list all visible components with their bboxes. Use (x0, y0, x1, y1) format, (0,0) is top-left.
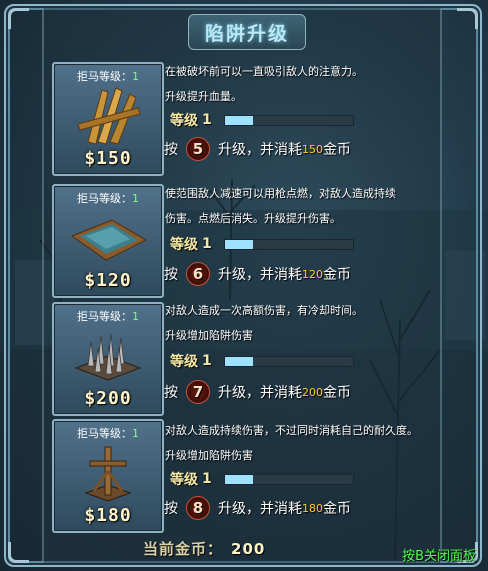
title-plate: 陷阱升级 (188, 14, 306, 50)
upgrade-cost: 180 (302, 501, 323, 515)
trap-description: 使范围敌人减速可以用枪点燃，对敌人造成持续 伤害。点燃后消失。升级提升伤害。 (165, 187, 396, 225)
trap-card-spike-trap[interactable]: 拒马等级：1 $200 (52, 302, 164, 416)
oil-slick-trap-icon (70, 219, 148, 261)
level-progress-fill (225, 356, 254, 366)
current-gold: 当前金币： 200 (143, 538, 265, 559)
trap-card-spiked-stakes[interactable]: 拒马等级：1 $150 (52, 62, 164, 176)
trap-card-wooden-cross[interactable]: 拒马等级：1 $180 (52, 419, 164, 533)
upgrade-key-badge[interactable]: 5 (186, 137, 210, 161)
level-value: 1 (202, 353, 212, 369)
trap-level-row: 等级 1 (170, 470, 354, 488)
card-level: 拒马等级：1 (77, 192, 139, 205)
level-label: 等级 (170, 113, 198, 129)
trap-description: 在被破坏前可以一直吸引敌人的注意力。 升级提升血量。 (165, 65, 363, 103)
trap-price: $200 (84, 388, 132, 409)
upgrade-cost: 150 (302, 142, 323, 156)
level-label: 等级 (170, 472, 198, 488)
level-label: 等级 (170, 237, 198, 253)
spike-trap-icon (74, 333, 142, 381)
upgrade-instruction: 按 6 升级，并消耗 120 金币 (164, 262, 351, 286)
upgrade-instruction: 按 8 升级，并消耗 180 金币 (164, 496, 351, 520)
upgrade-instruction: 按 7 升级，并消耗 200 金币 (164, 380, 351, 404)
panel-title: 陷阱升级 (204, 22, 289, 45)
trap-price: $180 (84, 505, 132, 526)
trap-level-row: 等级 1 (170, 352, 354, 370)
trap-description: 对敌人造成一次高额伤害，有冷却时间。 升级增加陷阱伤害 (165, 304, 363, 342)
upgrade-cost: 120 (302, 267, 323, 281)
wooden-cross-trap-icon (84, 446, 132, 502)
frame-corner (8, 8, 29, 29)
level-value: 1 (202, 471, 212, 487)
current-gold-value: 200 (231, 540, 266, 558)
upgrade-key-badge[interactable]: 6 (186, 262, 210, 286)
card-level: 拒马等级：1 (77, 427, 139, 440)
level-label: 等级 (170, 354, 198, 370)
level-progress-bar (224, 114, 354, 126)
upgrade-instruction: 按 5 升级，并消耗 150 金币 (164, 137, 351, 161)
current-gold-label: 当前金币： (143, 540, 224, 558)
upgrade-key-badge[interactable]: 8 (186, 496, 210, 520)
trap-price: $120 (84, 270, 132, 291)
trap-level-row: 等级 1 (170, 111, 354, 129)
level-progress-bar (224, 473, 354, 485)
level-progress-fill (225, 474, 254, 484)
level-value: 1 (202, 236, 212, 252)
trap-price: $150 (84, 148, 132, 169)
upgrade-key-badge[interactable]: 7 (186, 380, 210, 404)
trap-card-oil-slick[interactable]: 拒马等级：1 $120 (52, 184, 164, 298)
level-progress-fill (225, 115, 254, 125)
level-progress-fill (225, 239, 254, 249)
level-progress-bar (224, 238, 354, 250)
upgrade-cost: 200 (302, 385, 323, 399)
spiked-stakes-icon (77, 87, 141, 145)
trap-level-row: 等级 1 (170, 235, 354, 253)
card-level: 拒马等级：1 (77, 310, 139, 323)
card-level: 拒马等级：1 (77, 70, 139, 83)
trap-description: 对敌人造成持续伤害，不过同时消耗自己的耐久度。 升级增加陷阱伤害 (165, 424, 418, 462)
frame-corner (8, 542, 29, 563)
level-value: 1 (202, 112, 212, 128)
frame-corner (457, 8, 478, 29)
close-panel-hint[interactable]: 按B关闭面板 (402, 545, 476, 564)
level-progress-bar (224, 355, 354, 367)
